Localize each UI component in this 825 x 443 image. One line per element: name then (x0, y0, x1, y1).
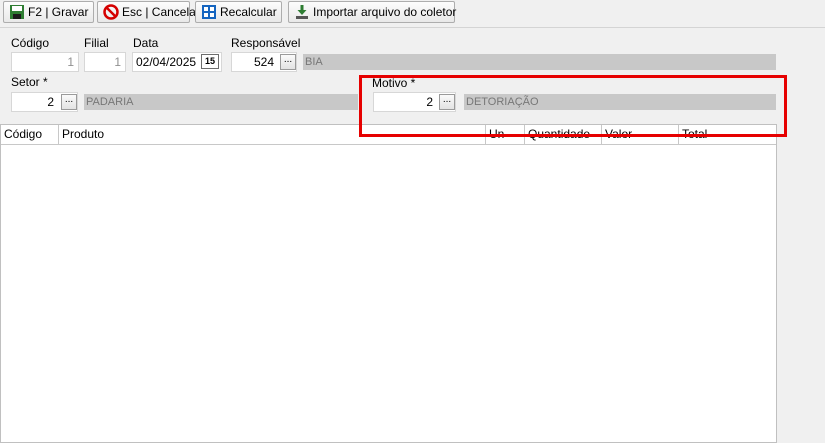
responsavel-name: BIA (303, 54, 776, 70)
download-icon (296, 5, 308, 19)
products-grid[interactable]: Código Produto Un Quantidade Valor Total (0, 124, 777, 443)
import-collector-button[interactable]: Importar arquivo do coletor (288, 1, 457, 23)
codigo-field[interactable]: 1 (11, 52, 79, 72)
responsavel-lookup-button[interactable]: ... (280, 54, 296, 70)
column-header-valor[interactable]: Valor (602, 125, 679, 144)
recalculate-button-label: Recalcular (220, 5, 277, 19)
motivo-label: Motivo * (372, 76, 416, 90)
cancel-button[interactable]: Esc | Cancelar (97, 1, 200, 23)
column-header-produto[interactable]: Produto (59, 125, 486, 144)
column-header-quantidade[interactable]: Quantidade (525, 125, 602, 144)
save-button[interactable]: F2 | Gravar (3, 1, 94, 23)
import-collector-label: Importar arquivo do coletor (313, 5, 457, 19)
setor-label: Setor * (11, 75, 48, 89)
cancel-icon (103, 4, 119, 20)
recalculate-button[interactable]: Recalcular (195, 1, 282, 23)
setor-name: PADARIA (84, 94, 358, 110)
toolbar: F2 | Gravar Esc | Cancelar Recalcular Im… (0, 0, 825, 28)
codigo-label: Código (11, 36, 50, 50)
grid-header: Código Produto Un Quantidade Valor Total (1, 125, 776, 145)
filial-label: Filial (84, 36, 109, 50)
column-header-un[interactable]: Un (486, 125, 525, 144)
save-button-label: F2 | Gravar (28, 5, 89, 19)
column-header-total[interactable]: Total (679, 125, 776, 144)
filial-field[interactable]: 1 (84, 52, 126, 72)
motivo-lookup-button[interactable]: ... (439, 94, 455, 110)
cancel-button-label: Esc | Cancelar (122, 5, 200, 19)
calendar-icon[interactable]: 15 (201, 54, 219, 69)
column-header-codigo[interactable]: Código (1, 125, 59, 144)
calculator-icon (202, 5, 216, 19)
setor-lookup-button[interactable]: ... (61, 94, 77, 110)
data-label: Data (133, 36, 159, 50)
responsavel-label: Responsável (231, 36, 301, 50)
date-value: 02/04/2025 (136, 55, 197, 69)
motivo-name: DETORIAÇÃO (464, 94, 776, 110)
floppy-disk-icon (10, 5, 24, 19)
